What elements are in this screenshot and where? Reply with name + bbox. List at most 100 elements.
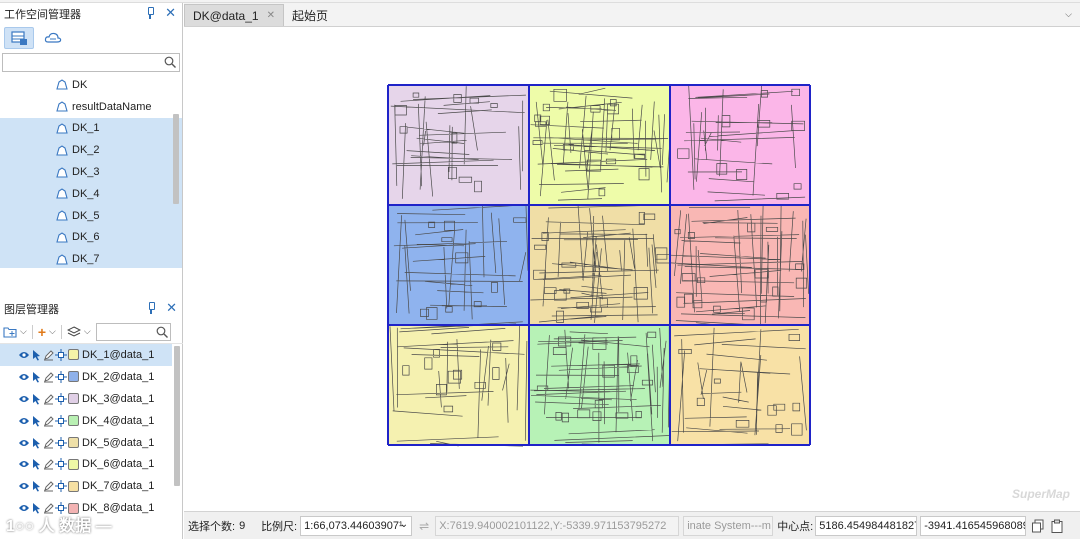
- workspace-tree-item[interactable]: DK_2: [0, 139, 182, 162]
- selectable-cursor-icon[interactable]: [31, 480, 42, 492]
- workspace-tree-item[interactable]: DK_4: [0, 182, 182, 205]
- snap-icon[interactable]: [55, 370, 67, 383]
- add-layer-icon[interactable]: +: [38, 324, 46, 340]
- snap-icon[interactable]: [55, 392, 67, 405]
- center-x-input[interactable]: 5186.454984481827: [815, 515, 918, 536]
- visibility-eye-icon[interactable]: [18, 459, 30, 469]
- layer-row[interactable]: DK_4@data_1: [0, 410, 172, 432]
- editable-pencil-icon[interactable]: [43, 349, 54, 361]
- layer-scrollbar[interactable]: [174, 346, 180, 486]
- map-tile[interactable]: [388, 204, 529, 325]
- database-view-button[interactable]: [4, 27, 34, 49]
- chevron-down-icon[interactable]: ⌵: [1065, 9, 1072, 20]
- workspace-tree-item[interactable]: DK_5: [0, 204, 182, 227]
- close-tab-icon[interactable]: ✕: [267, 10, 275, 21]
- workspace-tree-item[interactable]: resultDataName: [0, 96, 182, 118]
- layer-row[interactable]: DK_6@data_1: [0, 453, 172, 475]
- map-tile[interactable]: [667, 325, 810, 446]
- workspace-tree-item-label: DK_3: [72, 166, 100, 179]
- visibility-eye-icon[interactable]: [18, 438, 30, 448]
- selectable-cursor-icon[interactable]: [31, 371, 42, 383]
- snap-icon[interactable]: [55, 458, 67, 471]
- layer-manager-panel: 图层管理器 ✕ ⌵ + ⌵ ⌵ DK_1@data_1 DK_2@data_1 …: [0, 298, 183, 539]
- layer-row[interactable]: DK_3@data_1: [0, 388, 172, 410]
- snap-icon[interactable]: [55, 414, 67, 427]
- dataset-icon: [56, 254, 68, 265]
- search-icon[interactable]: [164, 56, 176, 68]
- editable-pencil-icon[interactable]: [43, 480, 54, 492]
- layer-search-input[interactable]: [95, 322, 171, 341]
- map-tile[interactable]: [388, 85, 529, 205]
- workspace-toolbar: [0, 25, 182, 51]
- selectable-cursor-icon[interactable]: [31, 349, 42, 361]
- document-tabs: DK@data_1 ✕ 起始页 ⌵: [184, 3, 1080, 27]
- coord-system-field: inate System---m: [683, 515, 774, 536]
- workspace-tree-item-label: DK_4: [72, 187, 100, 200]
- copy-icon[interactable]: [1031, 519, 1045, 533]
- dataset-icon: [56, 101, 68, 112]
- map-tile-fill: [670, 85, 810, 205]
- chevron-down-icon[interactable]: ⌵: [20, 326, 27, 337]
- map-tile[interactable]: [529, 205, 671, 325]
- pin-icon[interactable]: [145, 7, 155, 19]
- editable-pencil-icon[interactable]: [43, 371, 54, 383]
- map-tile[interactable]: [529, 325, 670, 446]
- workspace-scrollbar[interactable]: [173, 114, 179, 204]
- layer-row[interactable]: DK_1@data_1: [0, 344, 172, 366]
- map-view[interactable]: [184, 27, 1080, 511]
- selectable-cursor-icon[interactable]: [31, 437, 42, 449]
- layer-row[interactable]: DK_5@data_1: [0, 432, 172, 454]
- chevron-down-icon[interactable]: ⌵: [84, 326, 91, 337]
- selectable-cursor-icon[interactable]: [31, 458, 42, 470]
- editable-pencil-icon[interactable]: [43, 393, 54, 405]
- workspace-tree-item[interactable]: DK_1: [0, 117, 182, 140]
- paste-icon[interactable]: [1050, 519, 1064, 533]
- tab-start-page[interactable]: 起始页: [284, 4, 336, 26]
- map-tile-fill: [529, 85, 670, 205]
- editable-pencil-icon[interactable]: [43, 415, 54, 427]
- search-icon[interactable]: [156, 326, 168, 338]
- pin-icon[interactable]: [146, 302, 156, 314]
- visibility-eye-icon[interactable]: [18, 372, 30, 382]
- layer-name: DK_5@data_1: [82, 436, 155, 449]
- snap-icon[interactable]: [55, 436, 67, 449]
- dataset-icon: [56, 210, 68, 221]
- chevron-down-icon[interactable]: ⌵: [49, 326, 56, 337]
- selectable-cursor-icon[interactable]: [31, 393, 42, 405]
- editable-pencil-icon[interactable]: [43, 437, 54, 449]
- new-layer-group-icon[interactable]: [3, 325, 17, 339]
- map-tile[interactable]: [529, 85, 670, 205]
- workspace-tree-item[interactable]: DK_6: [0, 226, 182, 249]
- scale-select[interactable]: 1:66,073.44603907¹ ⌄: [300, 515, 413, 536]
- layer-row[interactable]: DK_7@data_1: [0, 475, 172, 497]
- workspace-tree-item[interactable]: DK_3: [0, 161, 182, 183]
- layer-style-swatch: [68, 458, 79, 470]
- cloud-view-button[interactable]: [38, 27, 68, 49]
- editable-pencil-icon[interactable]: [43, 458, 54, 470]
- layer-row[interactable]: DK_2@data_1: [0, 366, 172, 388]
- visibility-eye-icon[interactable]: [18, 350, 30, 360]
- workspace-tree-item[interactable]: DK_7: [0, 248, 182, 268]
- visibility-eye-icon[interactable]: [18, 394, 30, 404]
- layer-name: DK_7@data_1: [82, 480, 155, 493]
- close-icon[interactable]: ✕: [166, 301, 177, 314]
- selectable-cursor-icon[interactable]: [31, 415, 42, 427]
- visibility-eye-icon[interactable]: [18, 481, 30, 491]
- layer-style-icon[interactable]: [66, 325, 81, 339]
- close-icon[interactable]: ✕: [165, 6, 176, 19]
- snap-icon[interactable]: [55, 348, 67, 361]
- center-y-input[interactable]: -3941.416545968089: [920, 515, 1027, 536]
- map-canvas[interactable]: [184, 27, 1080, 511]
- center-y-value: -3941.416545968089: [924, 519, 1027, 532]
- swap-icon[interactable]: ⇌: [419, 519, 429, 533]
- map-tile[interactable]: [388, 321, 529, 447]
- tab-map[interactable]: DK@data_1 ✕: [184, 4, 284, 26]
- snap-icon[interactable]: [55, 480, 67, 493]
- workspace-search-input[interactable]: [2, 53, 180, 72]
- map-tile[interactable]: [666, 85, 810, 205]
- visibility-eye-icon[interactable]: [18, 416, 30, 426]
- workspace-tree-item[interactable]: DK: [0, 74, 182, 96]
- workspace-panel-title: 工作空间管理器: [4, 9, 81, 21]
- map-tile[interactable]: [670, 205, 810, 329]
- workspace-tree-item-label: DK: [72, 78, 88, 91]
